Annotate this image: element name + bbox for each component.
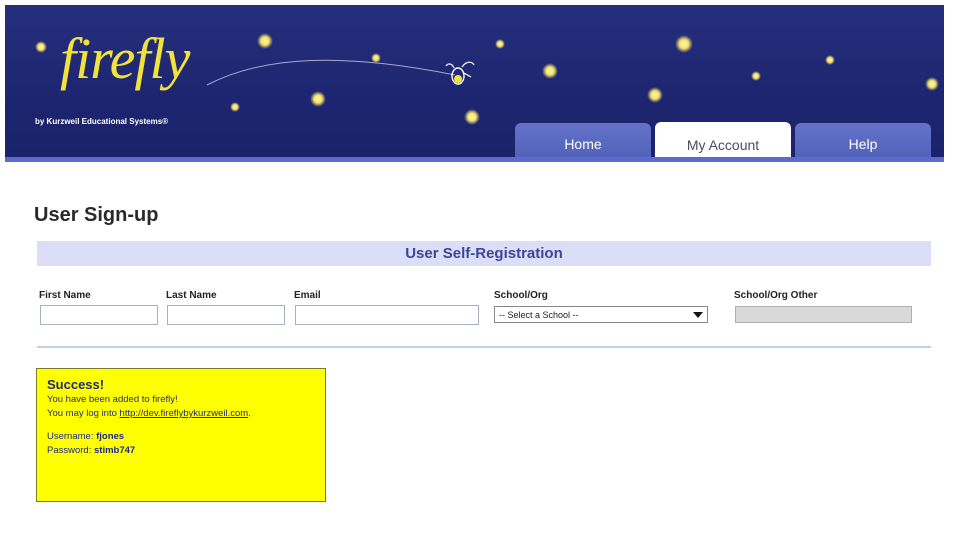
school-select[interactable]: -- Select a School -- <box>494 306 708 323</box>
success-message-box: Success! You have been added to firefly!… <box>36 368 326 502</box>
last-name-label: Last Name <box>166 290 217 301</box>
username-value: fjones <box>96 431 125 442</box>
section-header-bar: User Self-Registration <box>37 241 931 266</box>
firefly-bug-icon <box>445 61 475 85</box>
first-name-label: First Name <box>39 290 91 301</box>
header-stripe <box>5 157 944 162</box>
site-header: firefly by Kurzweil Educational Systems®… <box>5 5 944 162</box>
tab-my-account[interactable]: My Account <box>655 122 791 162</box>
username-line: Username: fjones <box>47 430 315 444</box>
firefly-dot <box>230 102 240 112</box>
logo-subtitle: by Kurzweil Educational Systems® <box>35 117 169 126</box>
school-select-value: -- Select a School -- <box>499 309 579 320</box>
password-value: stimb747 <box>94 445 136 456</box>
divider <box>37 346 931 348</box>
firefly-dot <box>495 39 505 49</box>
success-line-login: You may log into http://dev.fireflybykur… <box>47 407 315 421</box>
email-label: Email <box>294 290 321 301</box>
firefly-dot <box>825 55 835 65</box>
school-label: School/Org <box>494 290 548 301</box>
password-label: Password: <box>47 445 94 456</box>
login-link[interactable]: http://dev.fireflybykurzweil.com <box>120 408 249 419</box>
firefly-dot <box>35 41 47 53</box>
school-other-field <box>735 306 912 323</box>
firefly-logo[interactable]: firefly <box>60 25 190 92</box>
success-line-added: You have been added to firefly! <box>47 394 178 405</box>
last-name-field[interactable] <box>167 305 285 325</box>
firefly-dot <box>751 71 761 81</box>
page-title: User Sign-up <box>34 204 159 226</box>
firefly-dot <box>647 87 663 103</box>
password-line: Password: stimb747 <box>47 444 315 458</box>
tab-my-account-label: My Account <box>686 136 760 153</box>
school-other-label: School/Org Other <box>734 290 818 301</box>
chevron-down-icon <box>693 311 703 318</box>
firefly-dot <box>464 109 480 125</box>
firefly-dot <box>925 77 939 91</box>
section-title: User Self-Registration <box>405 245 563 262</box>
swoosh-line <box>206 59 456 86</box>
email-field[interactable] <box>295 305 479 325</box>
firefly-dot <box>542 63 558 79</box>
first-name-field[interactable] <box>40 305 158 325</box>
success-heading: Success! <box>47 377 105 392</box>
login-suffix: . <box>248 408 251 419</box>
tab-home-label: Home <box>564 136 602 152</box>
tab-help-label: Help <box>848 136 878 152</box>
login-prefix: You may log into <box>47 408 120 419</box>
firefly-dot <box>675 35 693 53</box>
username-label: Username: <box>47 431 97 442</box>
